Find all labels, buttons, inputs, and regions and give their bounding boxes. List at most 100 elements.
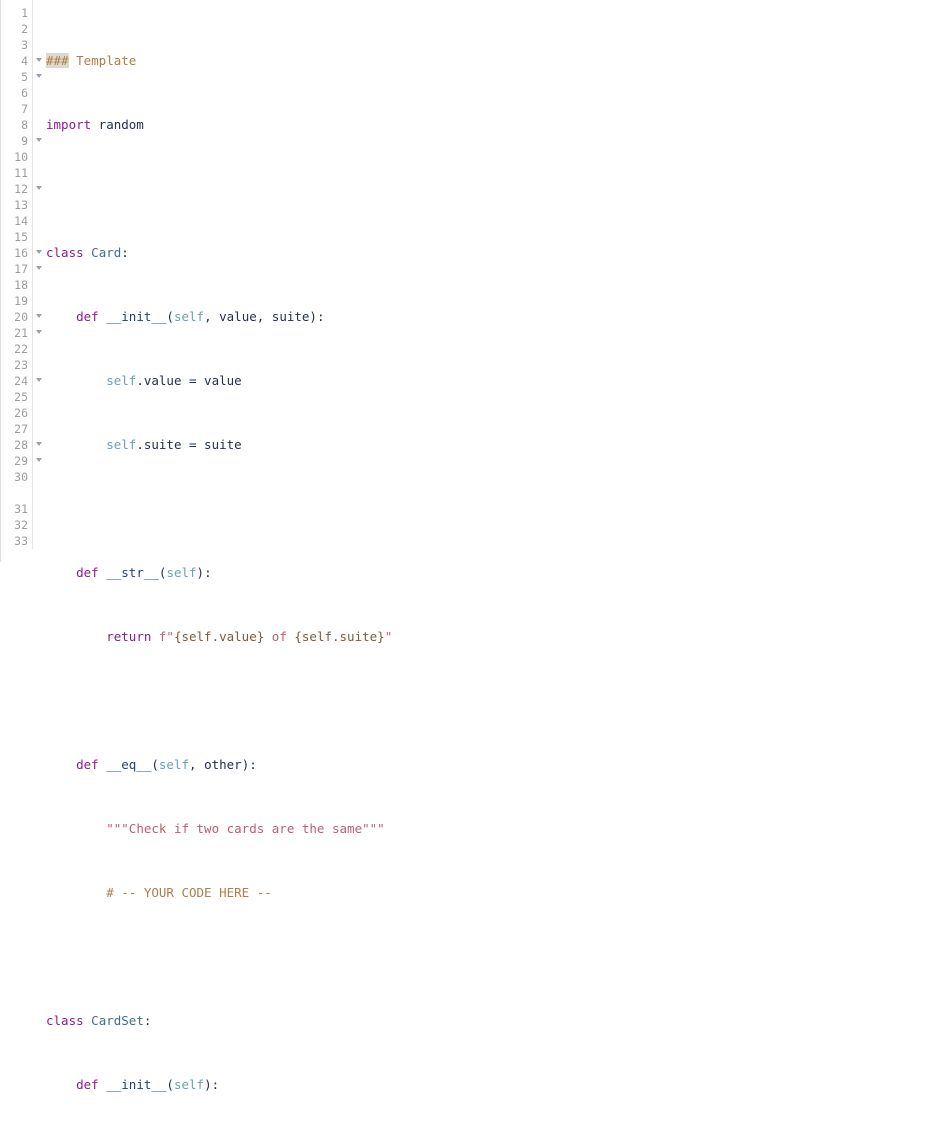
self-keyword: self [158, 757, 190, 772]
code-line-9[interactable]: def __str__(self): [46, 565, 934, 581]
line-number: 21 [14, 326, 28, 340]
punct: : [121, 245, 129, 260]
triangle-down-icon [36, 330, 42, 334]
punct: ( [151, 757, 159, 772]
fold-row [33, 405, 45, 421]
code-line-12[interactable]: def __eq__(self, other): [46, 757, 934, 773]
code-line-8[interactable] [46, 501, 934, 517]
line-number: 2 [21, 22, 28, 36]
fold-row [33, 213, 45, 229]
keyword-return: return [106, 629, 152, 644]
triangle-down-icon [36, 458, 42, 462]
triangle-down-icon [36, 58, 42, 62]
punct: ( [158, 565, 167, 580]
code-line-7[interactable]: self.suite = suite [46, 437, 934, 453]
function-name-eq: __eq__ [98, 757, 152, 772]
line-number: 30 [14, 470, 28, 484]
parameter-list: , other [189, 757, 242, 772]
fold-toggle-line-5[interactable] [33, 69, 45, 85]
punct: ): [196, 565, 212, 580]
line-number: 8 [21, 118, 28, 132]
fold-toggle-line-29[interactable] [33, 453, 45, 469]
fold-toggle-line-17[interactable] [33, 261, 45, 277]
keyword-import: import [46, 117, 92, 132]
fold-row [33, 293, 45, 309]
line-number-gutter: 1 2 3 4 5 6 7 8 9 10 11 12 13 14 15 16 1… [1, 0, 32, 549]
line-number: 12 [14, 182, 28, 196]
code-line-5[interactable]: def __init__(self, value, suite): [46, 309, 934, 325]
self-keyword: self [173, 1077, 205, 1092]
code-line-17[interactable]: def __init__(self): [46, 1077, 934, 1093]
line-number: 13 [14, 198, 28, 212]
fold-toggle-line-4[interactable] [33, 53, 45, 69]
code-line-10[interactable]: return f"{self.value} of {self.suite}" [46, 629, 934, 645]
fold-row [33, 389, 45, 405]
punct: ): [241, 757, 257, 772]
fold-row [33, 277, 45, 293]
line-number-wrap-continuation [1, 485, 32, 501]
fold-row [33, 517, 45, 533]
todo-comment: # -- YOUR CODE HERE -- [106, 885, 272, 900]
code-line-16[interactable]: class CardSet: [46, 1013, 934, 1029]
fold-row [33, 5, 45, 21]
fold-toggle-line-12[interactable] [33, 181, 45, 197]
triangle-down-icon [36, 378, 42, 382]
line-number: 18 [14, 278, 28, 292]
code-line-3[interactable] [46, 181, 934, 197]
self-keyword: self [166, 565, 197, 580]
triangle-down-icon [36, 138, 42, 142]
triangle-down-icon [36, 186, 42, 190]
code-line-1[interactable]: ### Template [46, 53, 934, 69]
docstring: """Check if two cards are the same""" [106, 821, 385, 836]
keyword-class: class [46, 1013, 84, 1028]
line-number: 11 [14, 166, 28, 180]
line-number: 28 [14, 438, 28, 452]
fold-row [33, 533, 45, 549]
line-number: 10 [14, 150, 28, 164]
code-line-11[interactable] [46, 693, 934, 709]
fold-row [33, 149, 45, 165]
code-content-area[interactable]: ### Template import random class Card: d… [45, 0, 934, 1124]
line-number: 17 [14, 262, 28, 276]
keyword-def: def [76, 309, 99, 324]
self-keyword: self [173, 309, 205, 324]
code-editor[interactable]: 1 2 3 4 5 6 7 8 9 10 11 12 13 14 15 16 1… [0, 0, 934, 1092]
line-number: 9 [21, 134, 28, 148]
code-fold-gutter[interactable] [32, 0, 45, 549]
fold-toggle-line-16[interactable] [33, 245, 45, 261]
code-line-2[interactable]: import random [46, 117, 934, 133]
fold-toggle-line-20[interactable] [33, 309, 45, 325]
code-line-15[interactable] [46, 949, 934, 965]
fold-row [33, 229, 45, 245]
fold-row [33, 21, 45, 37]
code-line-14[interactable]: # -- YOUR CODE HERE -- [46, 885, 934, 901]
self-keyword: self [106, 437, 137, 452]
line-number: 15 [14, 230, 28, 244]
assignment-expression: .value = value [136, 373, 242, 388]
fold-row [33, 37, 45, 53]
fold-row [33, 341, 45, 357]
comment-text: Template [68, 53, 137, 68]
line-number: 7 [21, 102, 28, 116]
self-keyword: self [106, 373, 137, 388]
line-number: 14 [14, 214, 28, 228]
fold-toggle-line-9[interactable] [33, 133, 45, 149]
line-number: 29 [14, 454, 28, 468]
fold-toggle-line-21[interactable] [33, 325, 45, 341]
fold-toggle-line-28[interactable] [33, 437, 45, 453]
line-number: 24 [14, 374, 28, 388]
code-line-4[interactable]: class Card: [46, 245, 934, 261]
triangle-down-icon [36, 74, 42, 78]
line-number: 16 [14, 246, 28, 260]
keyword-def: def [76, 757, 99, 772]
fold-row [33, 197, 45, 213]
code-line-6[interactable]: self.value = value [46, 373, 934, 389]
line-number: 33 [14, 534, 28, 548]
fold-toggle-line-24[interactable] [33, 373, 45, 389]
punct: ( [166, 309, 174, 324]
code-line-13[interactable]: """Check if two cards are the same""" [46, 821, 934, 837]
fstring-expression: {self.value} [173, 629, 265, 644]
fold-row [33, 485, 45, 501]
module-name: random [91, 117, 144, 132]
fold-row [33, 357, 45, 373]
